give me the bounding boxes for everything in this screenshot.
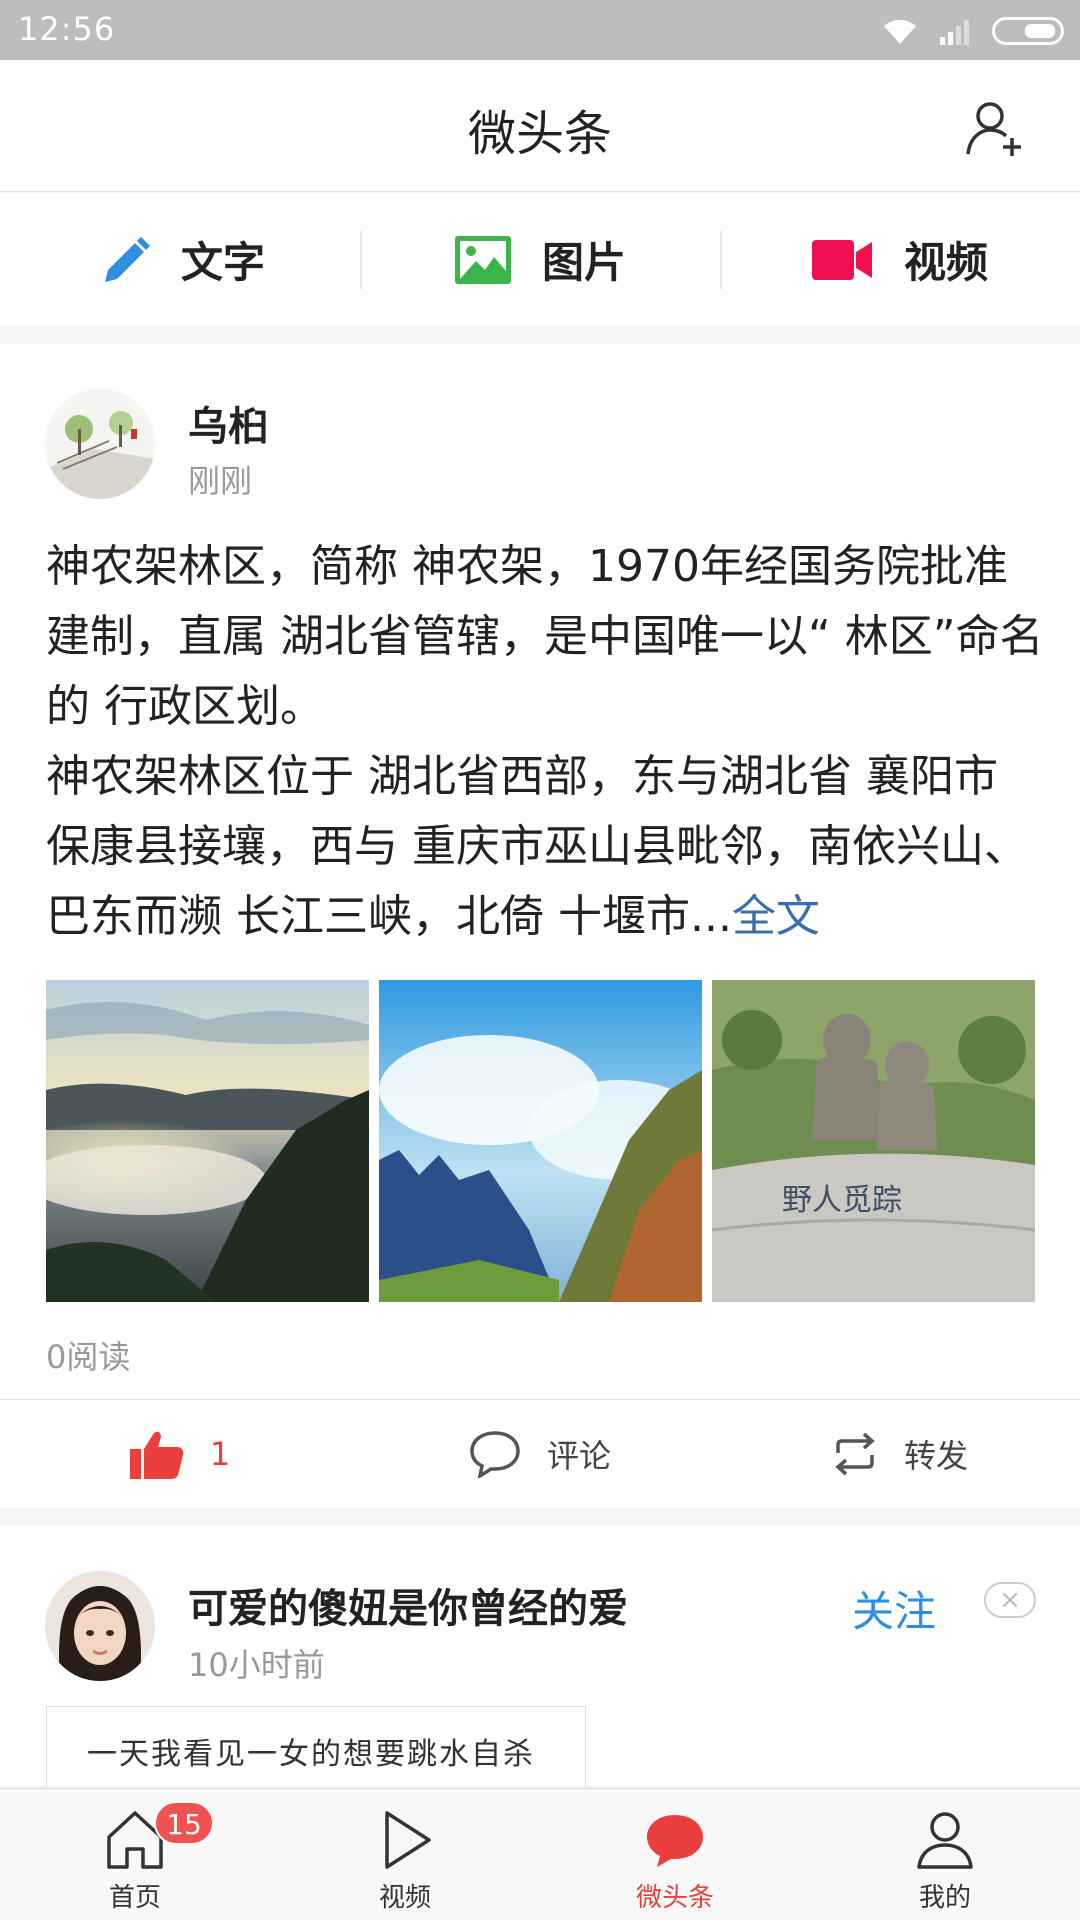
- top-nav: 微头条: [0, 60, 1080, 192]
- tab-video[interactable]: 视频: [270, 1789, 540, 1920]
- follow-button[interactable]: 关注: [852, 1578, 936, 1639]
- post-image-label: 图片: [541, 238, 626, 287]
- status-icons: [880, 14, 1064, 48]
- post-content[interactable]: 神农架林区，简称 神农架，1970年经国务院批准建制，直属 湖北省管辖，是中国唯…: [46, 532, 1046, 952]
- post-thumbnail[interactable]: 一天我看见一女的想要跳水自杀: [46, 1706, 586, 1786]
- blue-peaks-photo[interactable]: [379, 980, 702, 1302]
- image-icon: [454, 235, 511, 284]
- author-name[interactable]: 可爱的傻妞是你曾经的爱: [188, 1576, 628, 1634]
- notification-badge: 15: [154, 1801, 214, 1845]
- person-icon: [917, 1812, 973, 1869]
- comment-label: 评论: [546, 1437, 611, 1475]
- read-count: 0阅读: [46, 1338, 131, 1376]
- tab-label: 首页: [108, 1883, 161, 1913]
- dismiss-button[interactable]: ×: [984, 1582, 1036, 1618]
- comment-icon: [470, 1431, 520, 1478]
- post-text: 神农架林区，简称 神农架，1970年经国务院批准建制，直属 湖北省管辖，是中国唯…: [46, 541, 1044, 942]
- share-label: 转发: [903, 1437, 968, 1475]
- post-video-button[interactable]: 视频: [720, 193, 1080, 326]
- status-time: 12:56: [18, 10, 116, 48]
- video-icon: [811, 239, 872, 280]
- feed-card[interactable]: 乌桕 刚刚 神农架林区，简称 神农架，1970年经国务院批准建制，直属 湖北省管…: [0, 344, 1080, 1508]
- play-icon: [385, 1811, 431, 1869]
- pencil-icon: [104, 236, 150, 282]
- author-avatar[interactable]: [45, 389, 155, 499]
- post-video-label: 视频: [903, 238, 988, 287]
- statue-inscription: 野人觅踪: [782, 1183, 902, 1218]
- signal-icon: [940, 20, 969, 45]
- chat-bubble-icon: [647, 1815, 703, 1867]
- repost-icon: [835, 1432, 875, 1476]
- post-time: 10小时前: [188, 1646, 325, 1684]
- thumbs-up-icon: [129, 1431, 183, 1479]
- bottom-tab-bar: 首页 15 视频 微头条 我的: [0, 1788, 1080, 1920]
- battery-icon: [992, 17, 1064, 45]
- post-image-button[interactable]: 图片: [360, 193, 720, 326]
- post-time: 刚刚: [188, 462, 253, 500]
- post-text-label: 文字: [180, 238, 265, 287]
- read-more-link[interactable]: 全文: [732, 891, 820, 942]
- wildman-statue-photo[interactable]: 野人觅踪: [712, 980, 1035, 1302]
- tab-label: 微头条: [635, 1883, 714, 1913]
- author-name[interactable]: 乌桕: [188, 394, 268, 452]
- tab-label: 我的: [918, 1883, 971, 1913]
- post-actions: 1 评论 转发: [0, 1399, 1080, 1508]
- like-button[interactable]: 1: [0, 1400, 360, 1508]
- cloud-sea-mountain-photo[interactable]: [46, 980, 369, 1302]
- tab-home[interactable]: 首页 15: [0, 1789, 270, 1920]
- tab-me[interactable]: 我的: [810, 1789, 1080, 1920]
- post-text-button[interactable]: 文字: [0, 193, 360, 326]
- post-type-bar: 文字 图片 视频: [0, 193, 1080, 326]
- like-count: 1: [209, 1435, 231, 1473]
- image-gallery: 野人觅踪: [46, 980, 1035, 1302]
- wifi-icon: [884, 19, 916, 44]
- add-user-icon[interactable]: [964, 96, 1028, 160]
- tab-label: 视频: [378, 1883, 431, 1913]
- status-bar: 12:56: [0, 0, 1080, 60]
- feed-card[interactable]: 可爱的傻妞是你曾经的爱 10小时前 关注 × 一天我看见一女的想要跳水自杀: [0, 1526, 1080, 1786]
- author-avatar[interactable]: [45, 1571, 155, 1681]
- page-title: 微头条: [467, 106, 612, 162]
- tab-weitoutiao[interactable]: 微头条: [540, 1789, 810, 1920]
- share-button[interactable]: 转发: [720, 1400, 1080, 1508]
- thumbnail-text: 一天我看见一女的想要跳水自杀: [87, 1737, 535, 1772]
- comment-button[interactable]: 评论: [360, 1400, 720, 1508]
